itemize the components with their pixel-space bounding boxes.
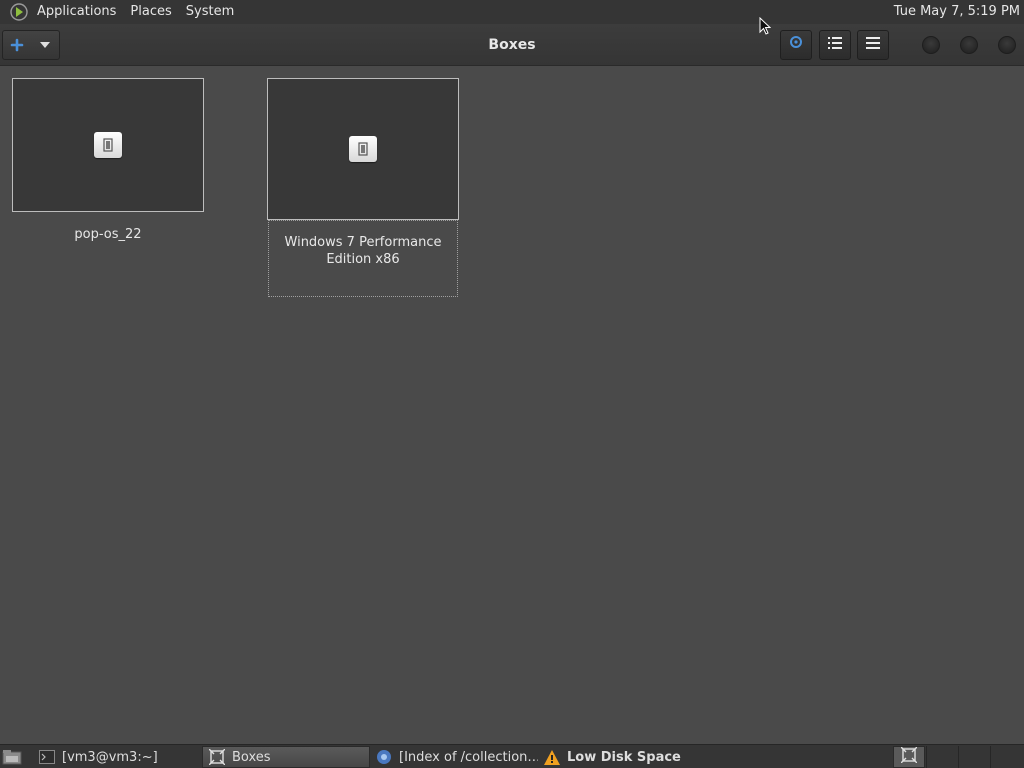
clock[interactable]: Tue May 7, 5:19 PM xyxy=(894,0,1020,24)
taskbar: [vm3@vm3:~] Boxes [Index of /collection…… xyxy=(0,744,1024,768)
task-terminal[interactable]: [vm3@vm3:~] xyxy=(33,746,201,768)
chevron-down-icon xyxy=(31,31,59,59)
boxes-icon xyxy=(900,746,918,767)
hamburger-menu-icon xyxy=(866,37,880,53)
maximize-button[interactable] xyxy=(960,36,978,54)
task-boxes[interactable]: Boxes xyxy=(202,746,370,768)
box-name: pop-os_22 xyxy=(74,227,142,242)
browser-icon xyxy=(376,749,392,765)
box-thumbnail[interactable] xyxy=(12,78,204,212)
new-box-button[interactable] xyxy=(2,30,60,60)
box-name: Windows 7 Performance Edition x86 xyxy=(267,234,459,268)
task-browser[interactable]: [Index of /collection… xyxy=(370,746,538,768)
minimize-button[interactable] xyxy=(922,36,940,54)
header-bar: Boxes xyxy=(0,24,1024,66)
box-name-line2: Edition x86 xyxy=(326,252,400,267)
box-item-windows-7[interactable]: Windows 7 Performance Edition x86 xyxy=(267,78,459,298)
list-view-icon xyxy=(828,37,842,53)
box-thumbnail[interactable] xyxy=(267,78,459,220)
task-low-disk-space[interactable]: Low Disk Space xyxy=(538,746,706,768)
workspace-2[interactable] xyxy=(926,746,958,768)
close-button[interactable] xyxy=(998,36,1016,54)
show-desktop-icon[interactable] xyxy=(1,747,23,767)
vm-display-icon xyxy=(94,132,122,158)
menu-button[interactable] xyxy=(857,30,889,60)
workspace-3[interactable] xyxy=(958,746,990,768)
boxes-grid: pop-os_22 Windows 7 Performance Edition … xyxy=(0,67,1024,743)
boxes-icon xyxy=(209,749,225,765)
workspace-4[interactable] xyxy=(990,746,1024,768)
mouse-cursor-icon xyxy=(759,16,772,35)
task-label: Low Disk Space xyxy=(567,749,681,765)
box-item-pop-os[interactable]: pop-os_22 xyxy=(12,78,204,248)
task-label: [vm3@vm3:~] xyxy=(62,749,158,765)
search-icon xyxy=(788,35,804,55)
plus-icon xyxy=(3,31,31,59)
gnome-foot-icon[interactable] xyxy=(8,1,30,23)
terminal-icon xyxy=(39,749,55,765)
task-label: [Index of /collection… xyxy=(399,749,538,765)
task-label: Boxes xyxy=(232,749,271,765)
search-button[interactable] xyxy=(780,30,812,60)
warning-icon xyxy=(544,749,560,765)
list-view-button[interactable] xyxy=(819,30,851,60)
top-panel: Applications Places System Tue May 7, 5:… xyxy=(0,0,1024,24)
menu-places[interactable]: Places xyxy=(123,0,178,24)
box-name-line1: Windows 7 Performance xyxy=(284,235,442,250)
menu-system[interactable]: System xyxy=(179,0,241,24)
workspace-1[interactable] xyxy=(893,746,925,768)
vm-display-icon xyxy=(349,136,377,162)
menu-applications[interactable]: Applications xyxy=(30,0,123,24)
